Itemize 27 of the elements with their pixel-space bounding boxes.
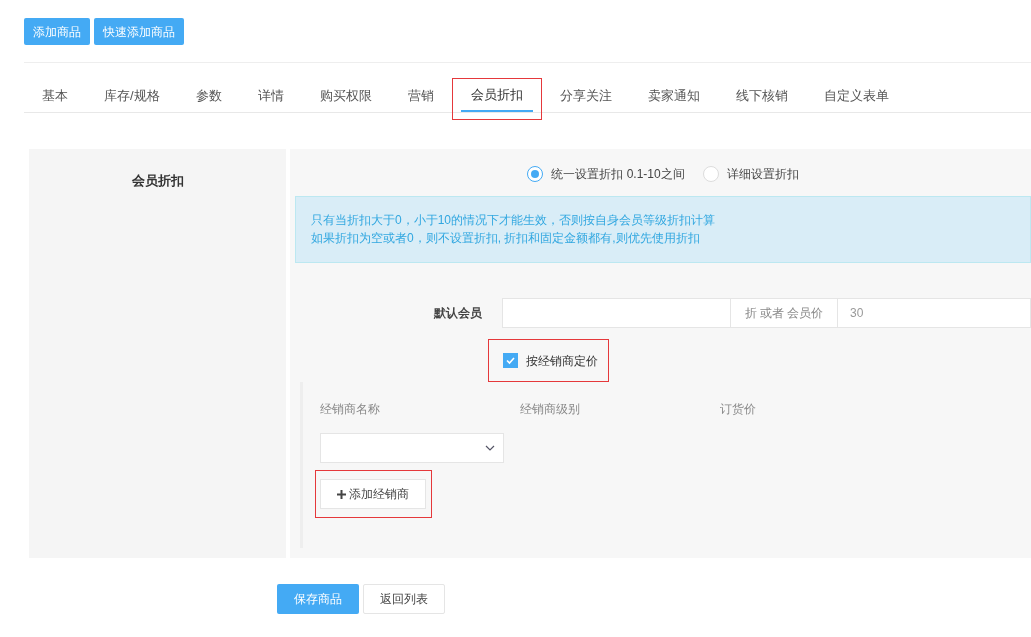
tab[interactable]: 参数	[177, 79, 240, 112]
notice-text: 只有当折扣大于0，小于10的情况下才能生效，否则按自身会员等级折扣计算	[311, 212, 717, 229]
field-label: 默认会员	[433, 305, 482, 322]
radio-option[interactable]: 统一设置折扣 0.1-10之间	[527, 165, 685, 183]
column-header: 经销商名称	[320, 401, 381, 418]
radio-option[interactable]: 详细设置折扣	[702, 165, 799, 183]
dealer-select[interactable]	[320, 433, 504, 463]
column-header: 经销商级别	[520, 401, 581, 418]
tab[interactable]: 详情	[239, 79, 302, 112]
tab[interactable]: 库存/规格	[86, 79, 178, 112]
discount-input[interactable]	[502, 298, 731, 328]
tab[interactable]: 线下核销	[717, 79, 806, 112]
price-input[interactable]: 30	[837, 298, 1031, 328]
chevron-down-icon	[485, 445, 495, 451]
tab[interactable]: 卖家通知	[629, 79, 718, 112]
tab[interactable]: 基本	[24, 79, 86, 112]
tab[interactable]: 营销	[389, 79, 452, 112]
back-button[interactable]: 返回列表	[363, 584, 445, 614]
plus-icon	[337, 489, 346, 499]
input-addon: 折 或者 会员价	[731, 298, 837, 328]
tab[interactable]: 自定义表单	[805, 79, 907, 112]
notice-text: 如果折扣为空或者0，则不设置折扣, 折扣和固定金额都有,则优先使用折扣	[311, 230, 701, 247]
section-title: 会员折扣	[131, 172, 184, 189]
tab[interactable]: 购买权限	[301, 79, 390, 112]
add-dealer-button[interactable]: 添加经销商	[320, 479, 426, 509]
column-header: 订货价	[720, 401, 757, 418]
tab[interactable]: 分享关注	[541, 79, 630, 112]
